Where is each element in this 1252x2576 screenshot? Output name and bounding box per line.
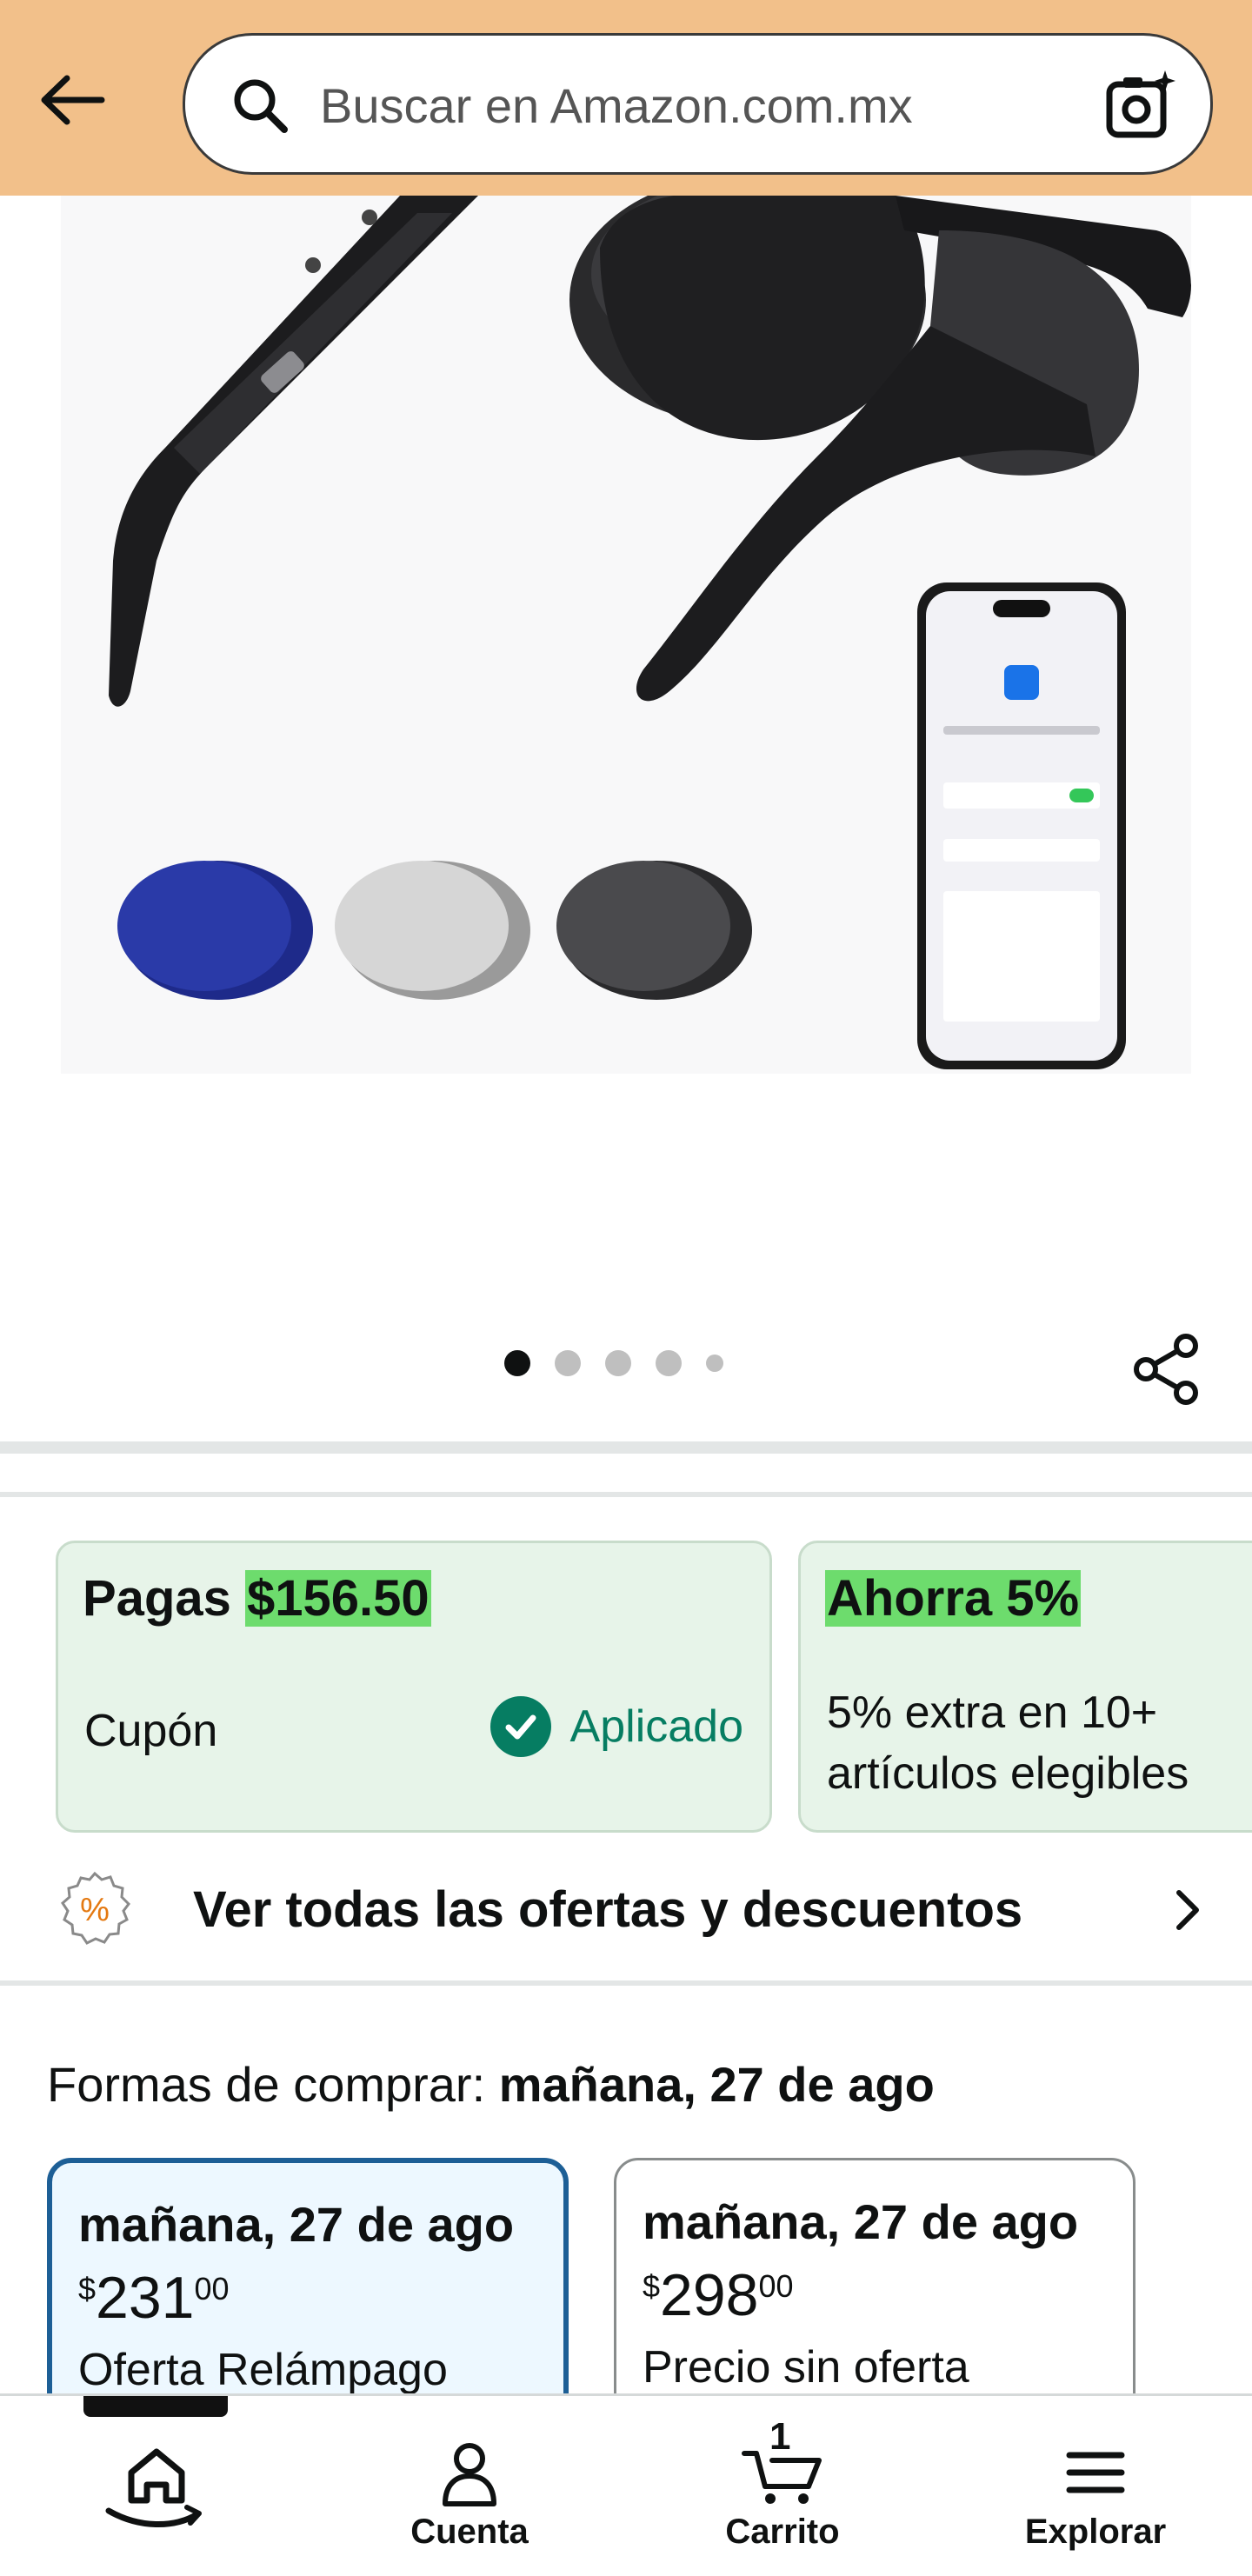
ways-to-buy-prefix: Formas de comprar: [47, 2057, 499, 2112]
pay-price-amount: $156.50 [245, 1570, 431, 1627]
buy-option-card-deal[interactable]: mañana, 27 de ago $23100 Oferta Relámpag… [47, 2158, 569, 2419]
chevron-right-icon [1176, 1890, 1199, 1930]
check-circle-icon [489, 1696, 551, 1757]
nav-menu[interactable]: Explorar [965, 2396, 1226, 2576]
nav-cart[interactable]: 1 Carrito [652, 2396, 913, 2576]
nav-account[interactable]: Cuenta [339, 2396, 600, 2576]
smart-glasses-product-image [61, 196, 1191, 1074]
coupon-label: Cupón [84, 1706, 218, 1756]
pay-price-title: Pagas $156.50 [83, 1570, 431, 1627]
svg-text:%: % [80, 1892, 110, 1928]
back-arrow-icon [41, 75, 105, 125]
buy-option-type: Oferta Relámpago [78, 2345, 448, 2395]
carousel-indicator [504, 1350, 723, 1376]
buy-option-type: Precio sin oferta [643, 2342, 969, 2393]
all-offers-link[interactable]: % Ver todas las ofertas y descuentos [0, 1856, 1252, 1960]
top-header [0, 0, 1252, 196]
buy-option-price: $23100 [78, 2264, 230, 2332]
search-icon [234, 79, 288, 133]
nav-home[interactable] [26, 2396, 287, 2576]
home-icon [105, 2448, 202, 2528]
carousel-dot[interactable] [504, 1350, 530, 1376]
save-title: Ahorra 5% [825, 1569, 1082, 1627]
buy-option-card-regular[interactable]: mañana, 27 de ago $29800 Precio sin ofer… [614, 2158, 1135, 2419]
price-whole: 298 [660, 2262, 759, 2328]
carousel-dot[interactable] [555, 1350, 581, 1376]
save-title-text: Ahorra 5% [825, 1570, 1082, 1627]
share-icon[interactable] [1130, 1332, 1205, 1407]
cart-count-badge: 1 [769, 2415, 791, 2458]
coupon-applied-status: Aplicado [489, 1696, 743, 1757]
buy-option-price: $29800 [643, 2261, 794, 2329]
save-description: 5% extra en 10+ artículos elegibles [827, 1687, 1189, 1799]
account-icon [443, 2443, 496, 2506]
section-divider [0, 1441, 1252, 1454]
coupon-status-text: Aplicado [569, 1701, 743, 1752]
carousel-dot[interactable] [706, 1355, 723, 1372]
search-input[interactable] [320, 62, 1102, 149]
nav-account-label: Cuenta [410, 2513, 529, 2551]
section-divider [0, 1492, 1252, 1497]
price-whole: 231 [96, 2265, 195, 2331]
buy-option-date: mañana, 27 de ago [643, 2194, 1079, 2249]
price-currency: $ [643, 2268, 661, 2304]
all-offers-text: Ver todas las ofertas y descuentos [193, 1881, 1023, 1938]
product-image-carousel[interactable] [0, 196, 1252, 1439]
camera-search-icon[interactable] [1102, 69, 1177, 143]
percent-badge-icon: % [61, 1871, 130, 1945]
nav-cart-label: Carrito [725, 2513, 840, 2551]
carousel-dot[interactable] [605, 1350, 631, 1376]
pay-price-card[interactable]: Pagas $156.50 Cupón Aplicado [56, 1541, 772, 1833]
ways-to-buy-title: Formas de comprar: mañana, 27 de ago [47, 2056, 935, 2113]
menu-icon [1066, 2452, 1125, 2493]
bottom-navigation: Cuenta 1 Carrito Explorar [0, 2393, 1252, 2576]
price-currency: $ [78, 2271, 97, 2306]
save-discount-card[interactable]: Ahorra 5% 5% extra en 10+ artículos eleg… [798, 1541, 1252, 1833]
search-bar[interactable] [183, 33, 1213, 175]
ways-to-buy-date: mañana, 27 de ago [498, 2057, 935, 2112]
carousel-dot[interactable] [656, 1350, 682, 1376]
back-button[interactable] [33, 61, 111, 139]
nav-menu-label: Explorar [1024, 2513, 1167, 2551]
price-cents: 00 [194, 2271, 230, 2306]
section-divider [0, 1980, 1252, 1986]
buy-option-date: mañana, 27 de ago [78, 2197, 515, 2252]
price-cents: 00 [758, 2268, 794, 2304]
